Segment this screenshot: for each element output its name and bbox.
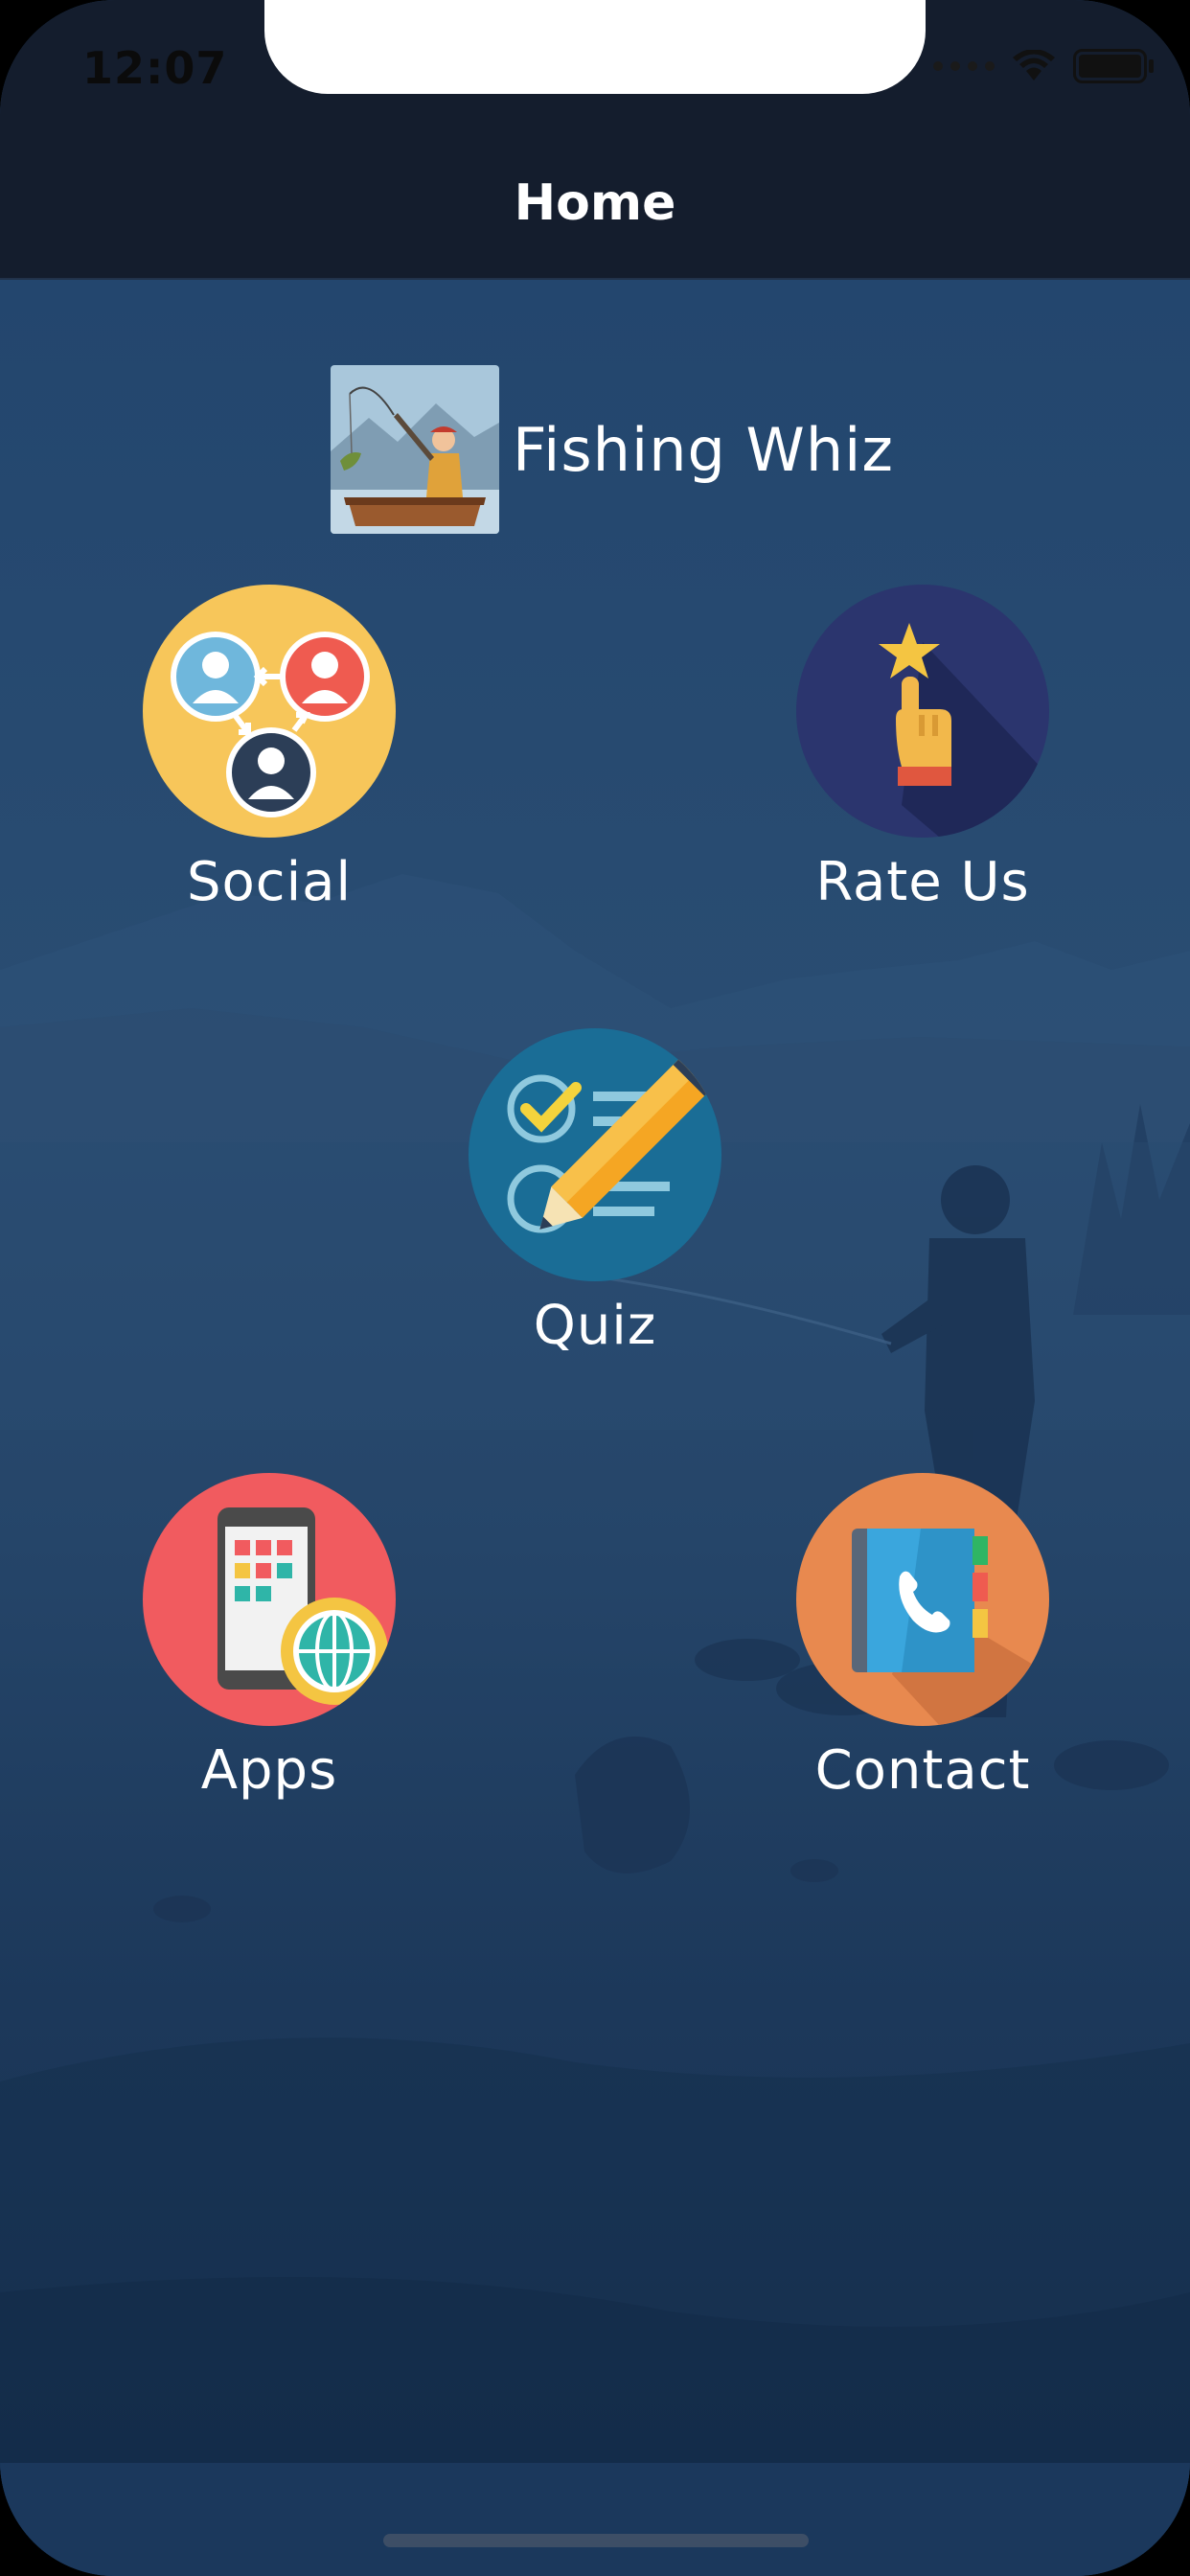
contact-label: Contact (814, 1739, 1031, 1802)
contact-book-icon (796, 1473, 1049, 1726)
rate-star-icon (796, 585, 1049, 838)
status-indicators (933, 48, 1156, 84)
quiz-label: Quiz (533, 1295, 657, 1357)
wifi-icon (1013, 50, 1055, 80)
phone-screen: 12:07 Home Fishing Whiz Social Rate Us Q… (0, 0, 1190, 2576)
battery-icon (1073, 49, 1154, 83)
apps-tile[interactable]: Apps (111, 1473, 427, 1802)
home-indicator[interactable] (383, 2534, 809, 2547)
status-time: 12:07 (82, 42, 228, 94)
apps-label: Apps (200, 1739, 338, 1802)
social-tile[interactable]: Social (111, 585, 427, 913)
cellular-signal-icon (933, 61, 995, 71)
navigation-bar: 12:07 Home (0, 0, 1190, 280)
quiz-checklist-icon (469, 1028, 721, 1281)
device-notch (264, 0, 926, 94)
fisherman-logo-icon (331, 365, 499, 534)
contact-tile[interactable]: Contact (765, 1473, 1081, 1802)
app-header: Fishing Whiz (331, 365, 894, 534)
quiz-tile[interactable]: Quiz (437, 1028, 753, 1357)
app-name: Fishing Whiz (513, 414, 894, 485)
page-title: Home (514, 174, 676, 232)
app-logo (331, 365, 499, 534)
social-label: Social (186, 851, 353, 913)
rate-us-tile[interactable]: Rate Us (765, 585, 1081, 913)
rate-us-label: Rate Us (815, 851, 1030, 913)
social-network-icon (143, 585, 396, 838)
apps-phone-icon (143, 1473, 396, 1726)
